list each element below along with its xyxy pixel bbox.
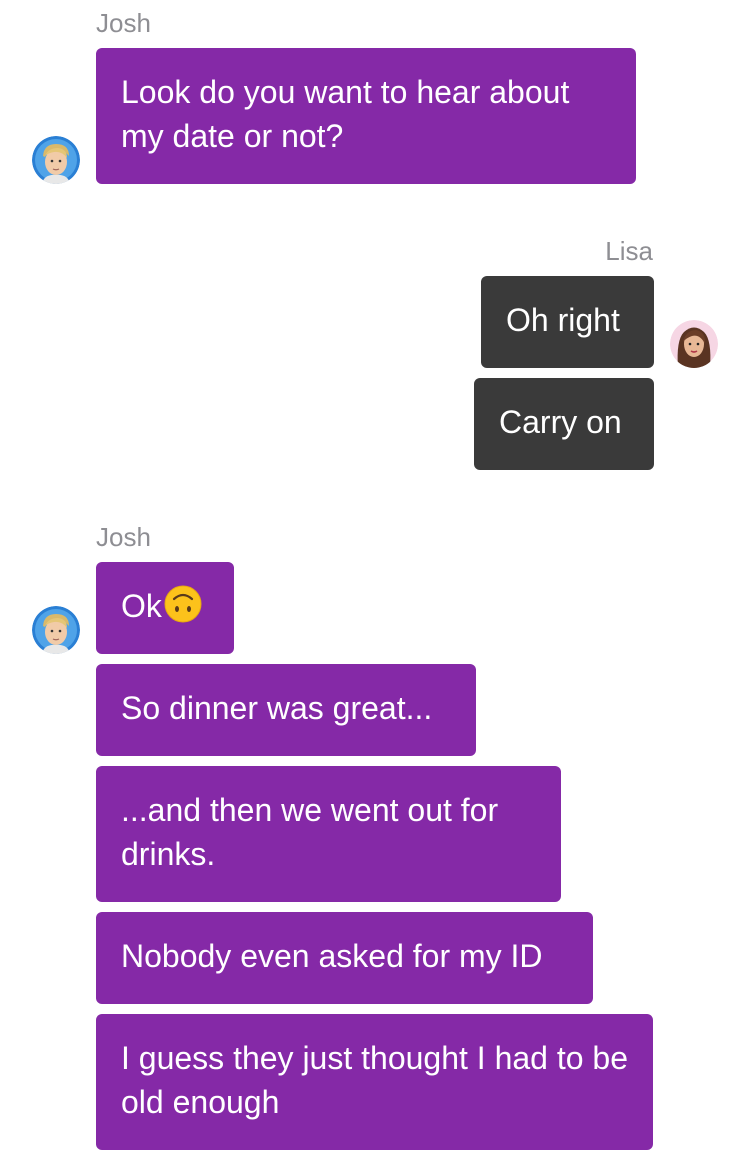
message-bubble[interactable]: Look do you want to hear about my date o…	[96, 48, 636, 184]
message-bubble[interactable]: Oh right	[481, 276, 654, 368]
message-text: Nobody even asked for my ID	[121, 938, 543, 974]
josh-avatar-icon[interactable]	[32, 136, 80, 184]
message-bubble[interactable]: ...and then we went out for drinks.	[96, 766, 561, 902]
upside-down-face-icon	[164, 585, 202, 623]
sender-name-josh: Josh	[96, 522, 151, 552]
josh-avatar-icon[interactable]	[32, 606, 80, 654]
message-text: Ok	[121, 588, 162, 624]
message-text: Oh right	[506, 302, 620, 338]
message-text: Look do you want to hear about my date o…	[121, 74, 570, 154]
message-text: I guess they just thought I had to be ol…	[121, 1040, 629, 1120]
message-bubble[interactable]: Ok	[96, 562, 234, 654]
lisa-avatar-icon[interactable]	[670, 320, 718, 368]
sender-name-lisa: Lisa	[605, 236, 653, 266]
message-text: ...and then we went out for drinks.	[121, 792, 499, 872]
message-bubble[interactable]: So dinner was great...	[96, 664, 476, 756]
message-bubble[interactable]: I guess they just thought I had to be ol…	[96, 1014, 653, 1150]
message-bubble[interactable]: Nobody even asked for my ID	[96, 912, 593, 1004]
message-text: Carry on	[499, 404, 622, 440]
sender-name-josh: Josh	[96, 8, 151, 38]
message-bubble[interactable]: Carry on	[474, 378, 654, 470]
message-text: So dinner was great...	[121, 690, 433, 726]
